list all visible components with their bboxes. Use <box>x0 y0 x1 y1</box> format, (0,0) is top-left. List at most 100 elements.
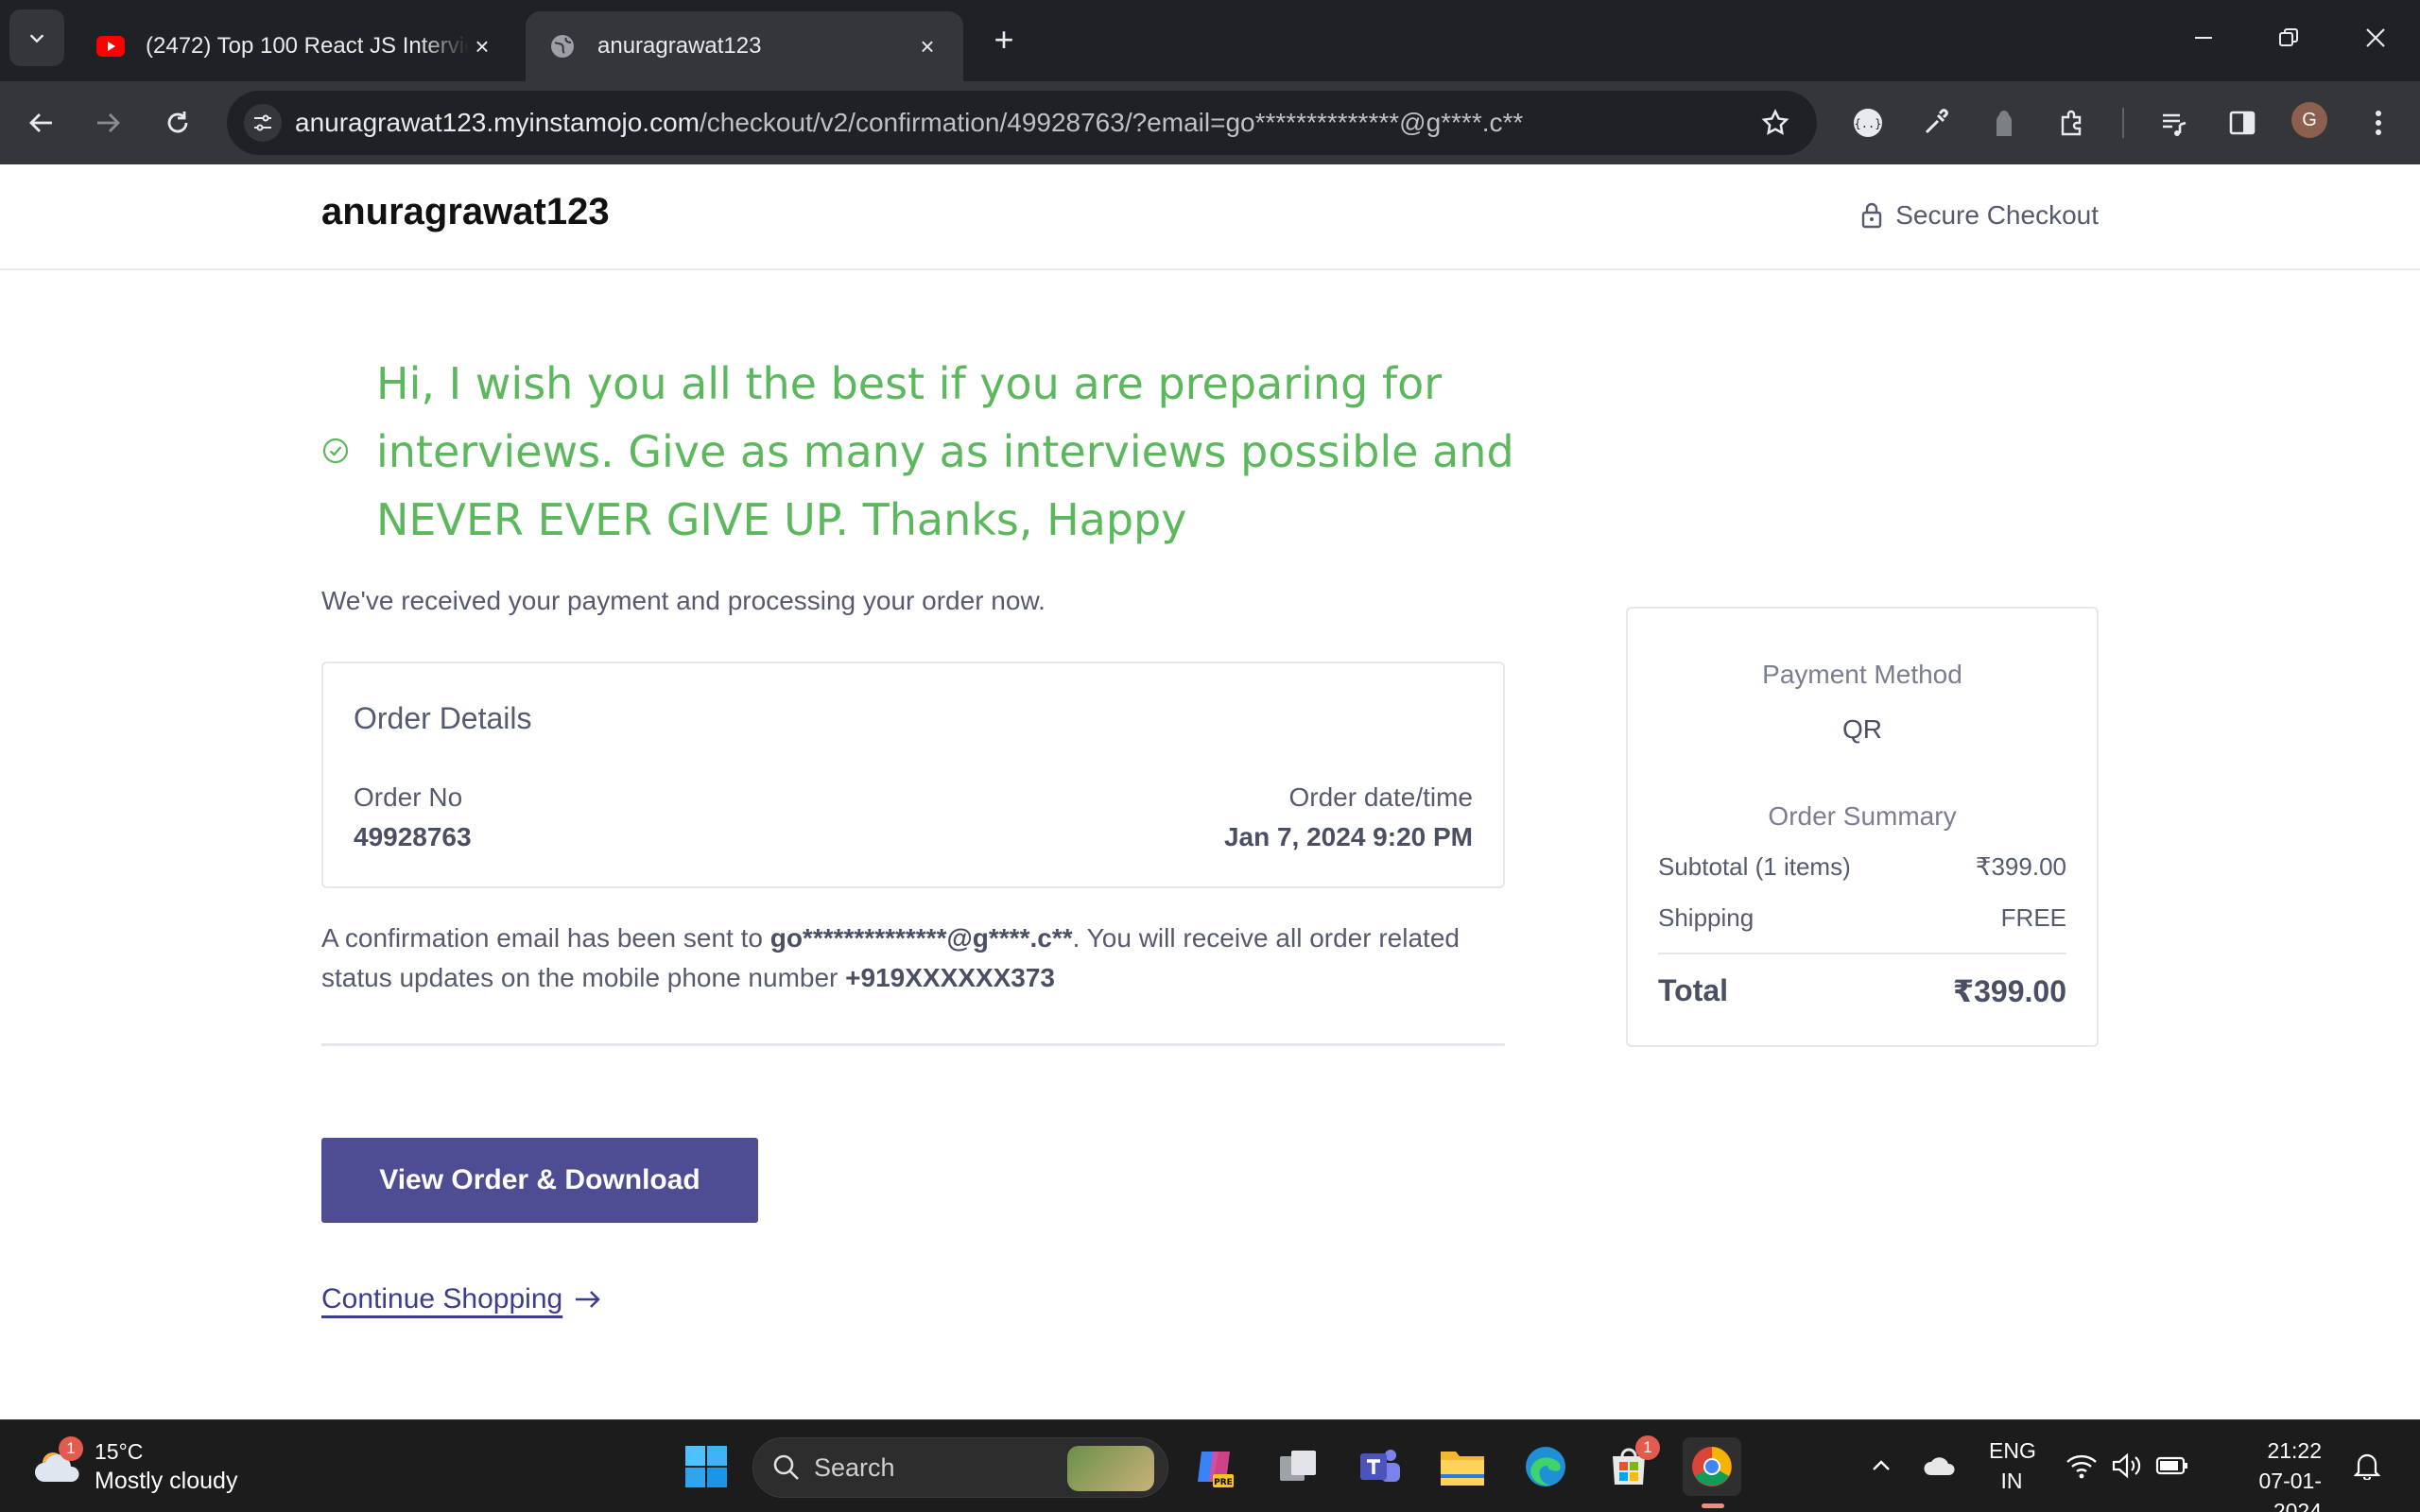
close-icon <box>2366 28 2385 47</box>
chrome-menu-icon[interactable] <box>2360 104 2397 142</box>
site-info-icon[interactable] <box>244 104 282 142</box>
browser-tab-strip: (2472) Top 100 React JS Interview × anur… <box>0 0 2420 81</box>
show-hidden-icons-chevron-icon[interactable] <box>1864 1447 1898 1485</box>
payment-method-value: QR <box>1842 714 1882 744</box>
file-explorer-icon[interactable] <box>1433 1437 1492 1496</box>
onedrive-cloud-icon[interactable] <box>1921 1447 1959 1485</box>
subtotal-value: ₹399.00 <box>1975 852 2066 881</box>
chrome-icon[interactable] <box>1683 1437 1741 1496</box>
thank-you-message: Hi, I wish you all the best if you are p… <box>376 358 1514 545</box>
microsoft-store-icon[interactable]: 1 <box>1599 1435 1660 1496</box>
order-no-label: Order No <box>354 782 463 812</box>
total-row: Total ₹399.00 <box>1658 973 2066 1009</box>
browser-toolbar: anuragrawat123.myinstamojo.com/checkout/… <box>0 81 2420 164</box>
view-order-download-button[interactable]: View Order & Download <box>321 1138 758 1223</box>
tab-youtube[interactable]: (2472) Top 100 React JS Interview × <box>74 11 518 81</box>
url-text: anuragrawat123.myinstamojo.com/checkout/… <box>295 108 1523 138</box>
edge-icon[interactable] <box>1516 1437 1575 1496</box>
wifi-icon[interactable] <box>2063 1447 2100 1485</box>
email-text-before: A confirmation email has been sent to <box>321 923 770 953</box>
minimize-icon <box>2195 37 2212 39</box>
back-button[interactable] <box>17 98 66 147</box>
secure-checkout: Secure Checkout <box>1861 200 2099 231</box>
weather-widget[interactable]: 1 15°C Mostly cloudy <box>32 1436 238 1496</box>
svg-text:{..}: {..} <box>1855 117 1882 130</box>
section-divider <box>321 1043 1505 1046</box>
arrow-right-icon <box>574 1288 602 1311</box>
continue-shopping-link[interactable]: Continue Shopping <box>321 1283 602 1315</box>
url-path: /checkout/v2/confirmation/49928763/?emai… <box>699 108 1524 137</box>
continue-shopping-label: Continue Shopping <box>321 1283 563 1314</box>
order-date-value: Jan 7, 2024 9:20 PM <box>1223 822 1473 851</box>
site-header: anuragrawat123 Secure Checkout <box>0 164 2420 270</box>
tab-title: anuragrawat123 <box>597 33 762 59</box>
reload-button[interactable] <box>153 98 202 147</box>
reload-icon <box>167 112 188 133</box>
restore-button[interactable] <box>2256 11 2322 64</box>
payment-method-label: Payment Method <box>1762 660 1962 689</box>
store-brand[interactable]: anuragrawat123 <box>321 191 610 233</box>
shipping-label: Shipping <box>1658 903 1754 932</box>
lock-icon <box>1861 202 1882 229</box>
profile-avatar[interactable]: G <box>2291 102 2327 138</box>
url-host: anuragrawat123.myinstamojo.com <box>295 108 700 137</box>
forward-button[interactable] <box>83 98 132 147</box>
taskbar-search[interactable]: Search <box>752 1437 1168 1498</box>
close-tab-icon[interactable]: × <box>469 32 495 60</box>
tab-title: (2472) Top 100 React JS Interview <box>146 33 469 59</box>
battery-icon[interactable] <box>2153 1447 2191 1485</box>
masked-email: go**************@g****.c** <box>769 923 1073 953</box>
arrow-right-icon <box>97 113 120 132</box>
extension-ghost-icon[interactable] <box>1985 104 2023 142</box>
side-panel-icon[interactable] <box>2223 104 2261 142</box>
copilot-icon[interactable]: PRE <box>1185 1437 1244 1496</box>
summary-divider <box>1658 953 2066 954</box>
tab-anuragrawat123[interactable]: anuragrawat123 × <box>526 11 963 81</box>
windows-taskbar: 1 15°C Mostly cloudy Search PRE 1 ENG IN… <box>0 1419 2420 1512</box>
search-placeholder: Search <box>814 1452 895 1482</box>
subtotal-label: Subtotal (1 items) <box>1658 852 1851 881</box>
clock-date: 07-01-2024 <box>2258 1469 2322 1512</box>
order-no-value: 49928763 <box>354 822 472 851</box>
order-details-heading: Order Details <box>354 701 532 735</box>
media-control-icon[interactable] <box>2155 104 2193 142</box>
volume-icon[interactable] <box>2108 1447 2146 1485</box>
total-value: ₹399.00 <box>1952 974 2066 1008</box>
close-window-button[interactable] <box>2342 11 2409 64</box>
masked-phone: +919XXXXXX373 <box>845 963 1055 992</box>
minimize-button[interactable] <box>2170 11 2237 64</box>
notification-bell-icon[interactable] <box>2348 1447 2386 1485</box>
weather-temp: 15°C <box>95 1439 144 1464</box>
bookmark-star-icon[interactable] <box>1758 106 1792 140</box>
eyedropper-icon[interactable] <box>1917 104 1955 142</box>
order-details-card: Order Details Order No 49928763 Order da… <box>321 662 1505 888</box>
extensions-puzzle-icon[interactable] <box>2053 104 2091 142</box>
weather-condition: Mostly cloudy <box>95 1468 238 1494</box>
close-tab-icon[interactable]: × <box>914 32 941 60</box>
store-badge: 1 <box>1635 1435 1660 1460</box>
teams-icon[interactable] <box>1350 1437 1409 1496</box>
total-label: Total <box>1658 973 1729 1007</box>
subtotal-row: Subtotal (1 items) ₹399.00 <box>1658 852 2066 882</box>
language-indicator[interactable]: ENG IN <box>1989 1435 2036 1496</box>
toolbar-separator <box>2122 108 2124 138</box>
search-icon <box>772 1453 801 1482</box>
language-region: IN <box>2000 1469 2023 1493</box>
shipping-row: Shipping FREE <box>1658 903 2066 933</box>
windows-start-icon[interactable] <box>677 1437 735 1496</box>
confirmation-email-text: A confirmation email has been sent to go… <box>321 919 1522 998</box>
svg-text:PRE: PRE <box>1214 1478 1233 1487</box>
extension-json-icon[interactable]: {..} <box>1849 104 1887 142</box>
task-view-icon[interactable] <box>1269 1437 1327 1496</box>
chevron-down-icon <box>29 34 44 43</box>
search-highlight-image <box>1067 1446 1154 1491</box>
globe-icon <box>548 32 577 60</box>
check-circle-icon <box>322 438 349 464</box>
clock[interactable]: 21:22 07-01-2024 <box>2218 1435 2322 1512</box>
new-tab-button[interactable]: + <box>983 19 1025 60</box>
address-bar[interactable]: anuragrawat123.myinstamojo.com/checkout/… <box>227 91 1817 155</box>
language-code: ENG <box>1989 1438 2036 1463</box>
youtube-icon <box>96 32 125 60</box>
active-app-indicator <box>1702 1503 1724 1508</box>
tab-search-button[interactable] <box>9 9 64 66</box>
